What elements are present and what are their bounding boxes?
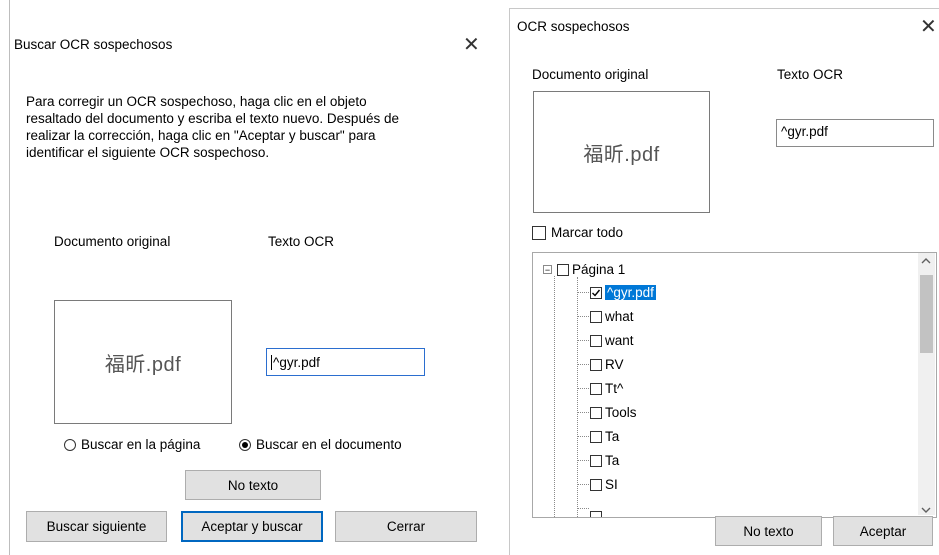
ocr-text-value: ^gyr.pdf: [781, 124, 828, 139]
tree-item[interactable]: RV: [590, 353, 624, 376]
tree-item[interactable]: want: [590, 329, 634, 352]
tree-item[interactable]: Ta: [590, 449, 619, 472]
tree-node-page[interactable]: − Página 1: [543, 258, 625, 281]
close-button[interactable]: Cerrar: [335, 511, 477, 542]
suspicious-ocr-dialog: OCR sospechosos ✕ Documento original Tex…: [509, 8, 939, 555]
minus-box-icon[interactable]: −: [543, 265, 552, 275]
checkbox-icon[interactable]: [590, 334, 602, 347]
instructions-line: realizar la corrección, haga clic en "Ac…: [26, 128, 376, 143]
tree-item-label: RV: [605, 357, 624, 372]
close-icon[interactable]: ✕: [920, 17, 937, 37]
tree-branch-line: [578, 292, 589, 293]
original-document-label: Documento original: [532, 67, 649, 82]
radio-document-label: Buscar en el documento: [256, 437, 402, 452]
tree-branch-line: [578, 340, 589, 341]
checkbox-icon[interactable]: [590, 478, 602, 491]
checkbox-icon[interactable]: [590, 382, 602, 395]
checkbox-icon[interactable]: [590, 510, 602, 517]
radio-page-label: Buscar en la página: [81, 437, 201, 452]
radio-search-page[interactable]: Buscar en la página: [64, 437, 200, 452]
chevron-up-icon[interactable]: [921, 257, 931, 268]
checkbox-icon[interactable]: [532, 225, 546, 240]
tree-item[interactable]: SI: [590, 473, 618, 496]
no-text-button[interactable]: No texto: [715, 516, 822, 546]
tree-branch-line: [578, 484, 589, 485]
tree-branch-line: [578, 412, 589, 413]
checkmark-icon: [592, 289, 601, 297]
checkbox-icon[interactable]: [590, 310, 602, 323]
select-all-checkbox[interactable]: Marcar todo: [532, 225, 623, 240]
instructions-line: Para corregir un OCR sospechoso, haga cl…: [26, 94, 367, 109]
dialog-title: Buscar OCR sospechosos: [14, 37, 173, 52]
no-text-button[interactable]: No texto: [185, 470, 321, 500]
tree-branch-line: [578, 364, 589, 365]
tree-connector-line: [554, 276, 555, 517]
find-suspicious-ocr-dialog: Buscar OCR sospechosos ✕ Para corregir u…: [0, 0, 500, 555]
checkbox-icon[interactable]: [590, 358, 602, 371]
checkbox-icon[interactable]: [590, 286, 602, 299]
tree-branch-line: [578, 316, 589, 317]
tree-item[interactable]: Ta: [590, 425, 619, 448]
original-image-preview: 福昕.pdf: [533, 91, 710, 213]
tree-scrollbar[interactable]: [918, 253, 935, 515]
instructions-line: resaltado del documento y escriba el tex…: [26, 111, 399, 126]
original-image-text: 福昕.pdf: [104, 353, 182, 376]
tree-item[interactable]: what: [590, 305, 634, 328]
tree-item-label-selected: ^gyr.pdf: [605, 285, 656, 300]
instructions-line: identificar el siguiente OCR sospechoso.: [26, 145, 270, 160]
tree-item-label: SI: [605, 477, 618, 492]
radio-document-button-icon[interactable]: [239, 438, 251, 451]
original-image-text: 福昕.pdf: [583, 143, 660, 166]
tree-item-label: what: [605, 309, 634, 324]
tree-item-label: Tt^: [605, 381, 624, 396]
tree-node-label: Página 1: [572, 262, 626, 277]
tree-branch-line: [578, 508, 589, 509]
accept-and-find-button[interactable]: Aceptar y buscar: [181, 511, 323, 542]
tree-item-label: want: [605, 333, 634, 348]
accept-button[interactable]: Aceptar: [833, 516, 933, 546]
original-image-preview: 福昕.pdf: [54, 300, 232, 424]
dialog-title: OCR sospechosos: [517, 19, 630, 34]
tree-branch-line: [578, 460, 589, 461]
ocr-tree-view[interactable]: − Página 1 ^gyr.pdf what want RV Tt^ Too…: [532, 252, 937, 518]
original-document-label: Documento original: [54, 234, 171, 249]
ocr-text-input[interactable]: ^gyr.pdf: [776, 119, 934, 147]
radio-search-document[interactable]: Buscar en el documento: [239, 437, 402, 452]
checkbox-icon[interactable]: [557, 263, 569, 276]
ocr-text-label: Texto OCR: [268, 234, 335, 249]
tree-item-label: Tools: [605, 405, 637, 420]
checkbox-icon[interactable]: [590, 430, 602, 443]
tree-branch-line: [578, 436, 589, 437]
ocr-text-input[interactable]: ^gyr.pdf: [266, 348, 425, 376]
radio-page-button-icon[interactable]: [64, 438, 76, 451]
window-edge: [9, 0, 10, 555]
close-icon[interactable]: ✕: [463, 35, 480, 55]
tree-item[interactable]: ^gyr.pdf: [590, 281, 656, 304]
tree-connector-line: [577, 277, 578, 517]
ocr-text-label: Texto OCR: [777, 67, 844, 82]
tree-item-label: Ta: [605, 453, 620, 468]
tree-item[interactable]: Tools: [590, 401, 637, 424]
scrollbar-thumb[interactable]: [920, 275, 933, 353]
checkbox-icon[interactable]: [590, 454, 602, 467]
instructions-text: Para corregir un OCR sospechoso, haga cl…: [26, 93, 496, 161]
tree-item[interactable]: Tt^: [590, 377, 623, 400]
tree-item-partial[interactable]: [590, 505, 605, 517]
tree-item-label: Ta: [605, 429, 620, 444]
ocr-text-value: ^gyr.pdf: [273, 354, 320, 370]
tree-branch-line: [578, 388, 589, 389]
text-cursor: [271, 354, 272, 370]
select-all-label: Marcar todo: [551, 225, 624, 240]
checkbox-icon[interactable]: [590, 406, 602, 419]
find-next-button[interactable]: Buscar siguiente: [26, 511, 167, 542]
